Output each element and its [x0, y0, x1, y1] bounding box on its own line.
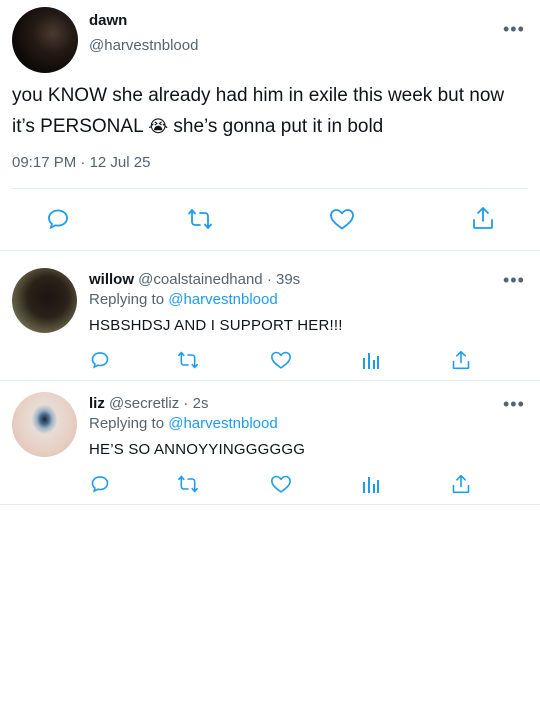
display-name[interactable]: dawn — [89, 12, 127, 29]
avatar[interactable] — [12, 7, 78, 73]
avatar[interactable] — [12, 268, 77, 333]
share-icon[interactable] — [471, 205, 495, 231]
retweet-icon[interactable] — [177, 350, 199, 370]
reply-icon[interactable] — [90, 350, 110, 370]
replying-to-link[interactable]: @harvestnblood — [168, 415, 277, 432]
retweet-icon[interactable] — [187, 207, 213, 231]
tweet-text: you KNOW she already had him in exile th… — [12, 80, 528, 142]
like-icon[interactable] — [270, 350, 292, 370]
display-name[interactable]: liz — [89, 395, 105, 412]
reply-time: · 39s — [262, 271, 301, 288]
replying-to: Replying to @harvestnblood — [89, 291, 278, 308]
user-handle[interactable]: @harvestnblood — [89, 37, 198, 54]
crying-emoji: 😭 — [148, 117, 169, 136]
replying-to-label: Replying to — [89, 291, 169, 308]
tweet-date[interactable]: 12 Jul 25 — [90, 154, 151, 171]
divider — [12, 188, 528, 189]
meta-separator: · — [76, 154, 90, 171]
tweet-time[interactable]: 09:17 PM — [12, 154, 76, 171]
more-options-icon[interactable]: ••• — [503, 20, 525, 38]
display-name[interactable]: willow — [89, 271, 134, 288]
reply-header: liz @secretliz · 2s — [89, 395, 208, 412]
analytics-icon[interactable] — [361, 474, 381, 494]
divider — [0, 250, 540, 251]
more-options-icon[interactable]: ••• — [503, 395, 525, 413]
reply-text: HSBSHDSJ AND I SUPPORT HER!!! — [89, 317, 343, 334]
analytics-icon[interactable] — [361, 350, 381, 370]
user-handle[interactable]: @coalstainedhand — [138, 271, 262, 288]
user-handle[interactable]: @secretliz — [109, 395, 179, 412]
reply-time: · 2s — [179, 395, 209, 412]
reply-icon[interactable] — [90, 474, 110, 494]
divider — [0, 504, 540, 505]
replying-to-label: Replying to — [89, 415, 169, 432]
share-icon[interactable] — [451, 473, 471, 495]
like-icon[interactable] — [270, 474, 292, 494]
avatar[interactable] — [12, 392, 77, 457]
share-icon[interactable] — [451, 349, 471, 371]
reply-text: HE’S SO ANNOYYINGGGGGG — [89, 441, 306, 458]
reply-icon[interactable] — [46, 207, 70, 231]
retweet-icon[interactable] — [177, 474, 199, 494]
like-icon[interactable] — [329, 207, 355, 231]
replying-to-link[interactable]: @harvestnblood — [168, 291, 277, 308]
tweet-text-part: she’s gonna put it in bold — [168, 116, 384, 137]
divider — [0, 380, 540, 381]
more-options-icon[interactable]: ••• — [503, 271, 525, 289]
replying-to: Replying to @harvestnblood — [89, 415, 278, 432]
reply-header: willow @coalstainedhand · 39s — [89, 271, 300, 288]
tweet-meta: 09:17 PM · 12 Jul 25 — [12, 154, 150, 171]
